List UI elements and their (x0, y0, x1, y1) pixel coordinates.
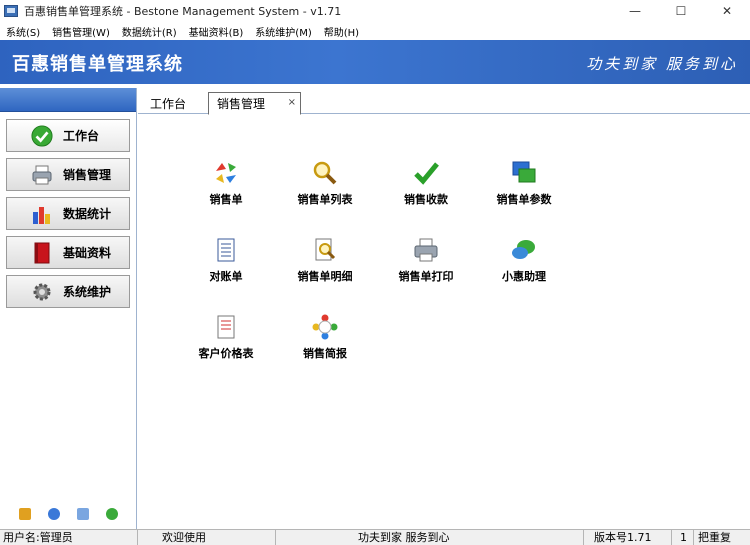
checkmark-icon (412, 159, 440, 187)
status-bar: 用户名:管理员 欢迎使用 功夫到家 服务到心 版本号1.71 1 把重复 (0, 529, 750, 545)
menu-basic-data[interactable]: 基础资料(B) (183, 24, 250, 39)
windows-icon (510, 159, 538, 187)
nav-footer (0, 499, 136, 529)
people-circle-icon (311, 313, 339, 341)
status-count: 1 (672, 530, 694, 545)
nav-system-maintenance[interactable]: 系统维护 (6, 275, 130, 308)
func-label: 销售单参数 (496, 193, 552, 206)
status-slogan: 功夫到家 服务到心 (276, 530, 584, 545)
window-title: 百惠销售单管理系统 - Bestone Management System - … (24, 5, 342, 18)
tab-label: 销售管理 (217, 97, 266, 111)
menu-maintenance[interactable]: 系统维护(M) (249, 24, 317, 39)
nav-workbench[interactable]: 工作台 (6, 119, 130, 152)
func-sales-print[interactable]: 销售单打印 (376, 236, 476, 284)
ledger-icon (212, 236, 240, 264)
func-assistant[interactable]: 小惠助理 (474, 236, 574, 284)
clock-icon[interactable] (47, 508, 60, 520)
tab-bar: 工作台 销售管理 × (138, 88, 750, 115)
func-label: 销售单明细 (297, 270, 353, 283)
header-banner: 百惠销售单管理系统 功夫到家 服务到心 (0, 40, 750, 84)
nav-label: 系统维护 (63, 285, 112, 299)
monitor-icon[interactable] (76, 508, 89, 520)
status-user: 用户名:管理员 (0, 530, 138, 545)
minimize-button[interactable]: — (612, 0, 658, 22)
func-label: 销售简报 (303, 347, 347, 360)
nav-label: 销售管理 (63, 168, 112, 182)
red-book-icon (31, 242, 53, 264)
menu-help[interactable]: 帮助(H) (318, 24, 365, 39)
green-check-icon (31, 124, 53, 147)
workspace: 销售单 销售单列表 销售收款 销售单参数 对账单 销售单明细 销售单打印 小惠助… (138, 115, 750, 529)
green-circle-icon[interactable] (105, 508, 118, 520)
func-statement[interactable]: 对账单 (176, 236, 276, 284)
gear-icon (31, 281, 53, 303)
bar-chart-icon (31, 203, 53, 225)
magnifier-icon (311, 159, 339, 187)
tab-sales-management[interactable]: 销售管理 × (208, 92, 301, 115)
func-label: 销售单列表 (297, 193, 353, 206)
menu-system[interactable]: 系统(S) (0, 24, 46, 39)
left-nav-header (0, 88, 136, 112)
status-version: 版本号1.71 (584, 530, 672, 545)
func-label: 对账单 (209, 270, 243, 283)
tab-workbench[interactable]: 工作台 (150, 92, 186, 114)
func-sales-order[interactable]: 销售单 (176, 159, 276, 207)
printer-icon (31, 164, 53, 186)
func-sales-order-list[interactable]: 销售单列表 (275, 159, 375, 207)
close-button[interactable]: ✕ (704, 0, 750, 22)
nav-label: 工作台 (63, 129, 100, 143)
menu-statistics[interactable]: 数据统计(R) (116, 24, 183, 39)
banner-title: 百惠销售单管理系统 (12, 54, 183, 75)
nav-sales-management[interactable]: 销售管理 (6, 158, 130, 191)
func-sales-brief[interactable]: 销售简报 (275, 313, 375, 361)
func-label: 销售单 (209, 193, 243, 206)
nav-data-statistics[interactable]: 数据统计 (6, 197, 130, 230)
status-extra: 把重复 (698, 531, 731, 544)
func-customer-price-list[interactable]: 客户价格表 (176, 313, 276, 361)
price-sheet-icon (212, 313, 240, 341)
nav-label: 数据统计 (63, 207, 112, 221)
func-sales-receipt[interactable]: 销售收款 (376, 159, 476, 207)
func-label: 销售收款 (404, 193, 448, 206)
status-welcome: 欢迎使用 (138, 530, 276, 545)
func-sales-detail[interactable]: 销售单明细 (275, 236, 375, 284)
menu-bar: 系统(S) 销售管理(W) 数据统计(R) 基础资料(B) 系统维护(M) 帮助… (0, 22, 750, 40)
func-label: 销售单打印 (398, 270, 454, 283)
app-icon (4, 5, 18, 17)
nav-basic-data[interactable]: 基础资料 (6, 236, 130, 269)
maximize-button[interactable]: ☐ (658, 0, 704, 22)
document-search-icon (311, 236, 339, 264)
func-label: 客户价格表 (198, 347, 254, 360)
title-bar: 百惠销售单管理系统 - Bestone Management System - … (0, 0, 750, 22)
chat-bubbles-icon (510, 236, 538, 264)
menu-sales[interactable]: 销售管理(W) (46, 24, 116, 39)
nav-label: 基础资料 (63, 246, 112, 260)
tab-close-icon[interactable]: × (288, 97, 296, 108)
func-label: 小惠助理 (502, 270, 546, 283)
banner-slogan: 功夫到家 服务到心 (586, 55, 738, 73)
key-icon[interactable] (18, 508, 31, 520)
printer-icon (412, 236, 440, 264)
left-nav: 工作台 销售管理 数据统计 基础资料 系统维护 (0, 88, 137, 529)
func-sales-order-params[interactable]: 销售单参数 (474, 159, 574, 207)
recycle-arrows-icon (212, 159, 240, 187)
